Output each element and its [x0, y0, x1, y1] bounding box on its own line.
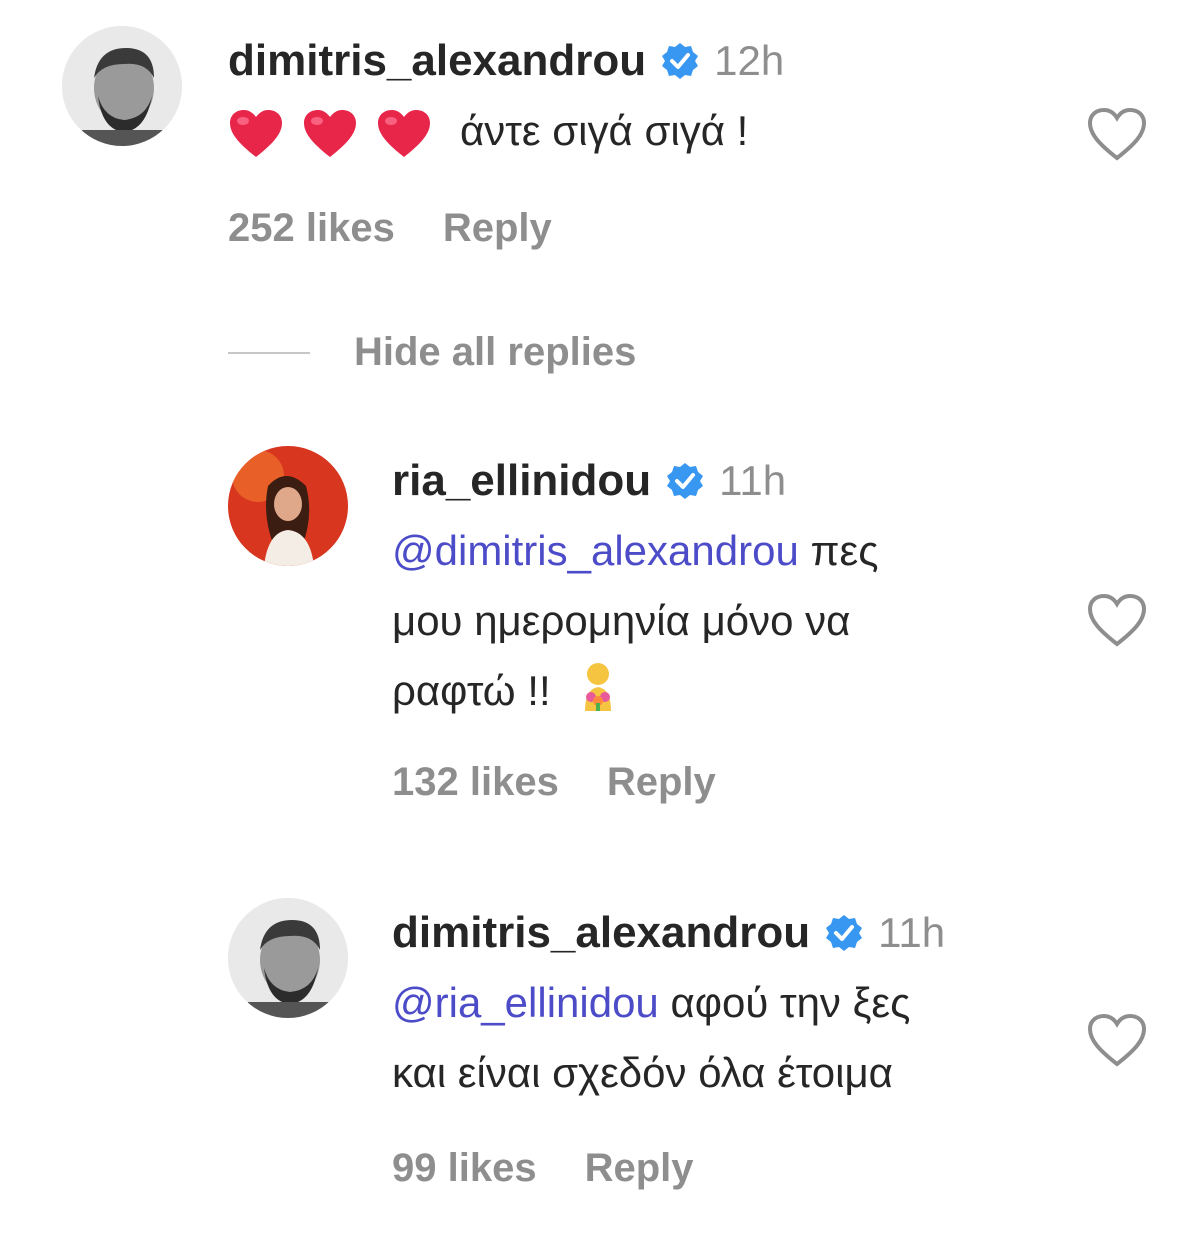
- heart-emojis: [228, 109, 432, 159]
- reply-button[interactable]: Reply: [443, 206, 552, 251]
- hide-replies-toggle[interactable]: Hide all replies: [228, 330, 636, 375]
- comment-body: πες: [798, 527, 879, 574]
- like-heart-icon[interactable]: [1086, 106, 1148, 162]
- mention-link[interactable]: @dimitris_alexandrou: [392, 527, 799, 574]
- avatar[interactable]: [62, 26, 182, 146]
- hide-replies-label[interactable]: Hide all replies: [354, 330, 636, 375]
- like-heart-icon[interactable]: [1086, 592, 1148, 648]
- comment-body: άντε σιγά σιγά !: [460, 107, 749, 154]
- mention-link[interactable]: @ria_ellinidou: [392, 979, 659, 1026]
- username[interactable]: ria_ellinidou: [392, 456, 651, 506]
- timestamp[interactable]: 11h: [878, 909, 945, 957]
- likes-count[interactable]: 99 likes: [392, 1146, 537, 1191]
- timestamp[interactable]: 11h: [719, 457, 786, 505]
- like-heart-icon[interactable]: [1086, 1012, 1148, 1068]
- likes-count[interactable]: 132 likes: [392, 760, 559, 805]
- red-heart-icon: [378, 109, 430, 157]
- red-heart-icon: [304, 109, 356, 157]
- comment-body: μου ημερομηνία μόνο να: [392, 597, 851, 644]
- comment-body: ραφτώ !!: [392, 667, 551, 714]
- verified-badge-icon: [824, 913, 864, 953]
- avatar[interactable]: [228, 446, 348, 566]
- comment-text: @ria_ellinidou αφού την ξες και είναι σχ…: [392, 968, 910, 1108]
- comment-body: αφού την ξες: [658, 979, 911, 1026]
- red-heart-icon: [230, 109, 282, 157]
- username[interactable]: dimitris_alexandrou: [392, 908, 810, 958]
- likes-count[interactable]: 252 likes: [228, 206, 395, 251]
- avatar[interactable]: [228, 898, 348, 1018]
- comment-text: άντε σιγά σιγά !: [228, 96, 748, 166]
- person-with-flowers-icon: [584, 663, 611, 711]
- comment-text: @dimitris_alexandrou πες μου ημερομηνία …: [392, 516, 878, 726]
- reply-button[interactable]: Reply: [585, 1146, 694, 1191]
- reply-button[interactable]: Reply: [607, 760, 716, 805]
- timestamp[interactable]: 12h: [714, 37, 784, 85]
- verified-badge-icon: [665, 461, 705, 501]
- verified-badge-icon: [660, 41, 700, 81]
- username[interactable]: dimitris_alexandrou: [228, 36, 646, 86]
- comment-body: και είναι σχεδόν όλα έτοιμα: [392, 1049, 893, 1096]
- divider-line: [228, 351, 310, 354]
